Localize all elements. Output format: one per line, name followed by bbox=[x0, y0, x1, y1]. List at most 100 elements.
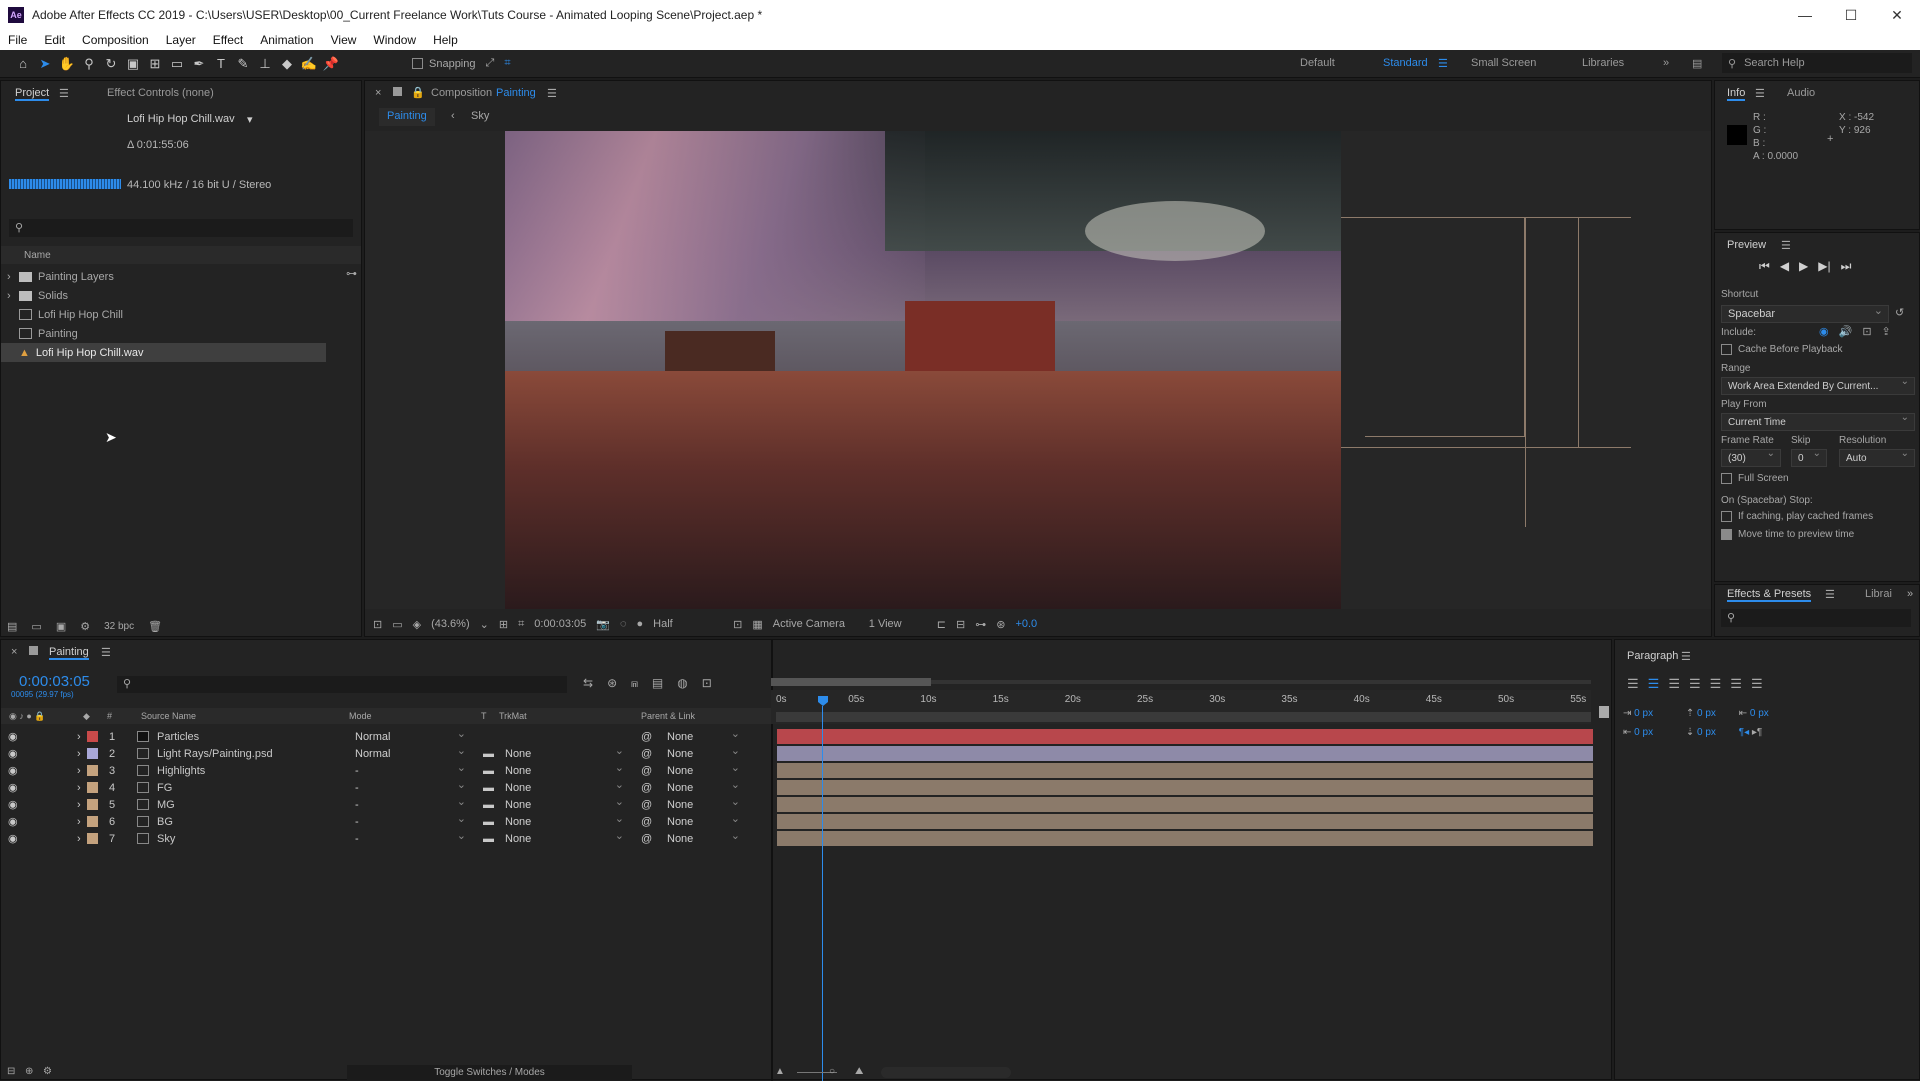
layer-parent-dropdown[interactable]: None bbox=[661, 795, 745, 812]
timeline-scrollbar[interactable] bbox=[881, 1067, 1011, 1078]
workspace-small-screen[interactable]: Small Screen bbox=[1471, 57, 1536, 69]
layer-mode-dropdown[interactable]: - bbox=[349, 778, 471, 795]
brush-tool-icon[interactable]: ✎ bbox=[232, 53, 254, 75]
resolution-dropdown[interactable]: Half bbox=[653, 618, 723, 630]
layer-name[interactable]: Particles bbox=[157, 731, 199, 743]
layer-duration-bar[interactable] bbox=[777, 814, 1593, 829]
range-dropdown[interactable]: Work Area Extended By Current... bbox=[1721, 376, 1915, 395]
video-visibility-icon[interactable]: ◉ bbox=[8, 764, 18, 777]
in-out-stretch-icon[interactable]: ⚙ bbox=[43, 1066, 52, 1077]
layer-duration-bar[interactable] bbox=[777, 763, 1593, 778]
reset-exposure-icon[interactable]: ⊛ bbox=[996, 618, 1005, 631]
show-snapshot-icon[interactable]: ◌ bbox=[620, 618, 627, 630]
layer-duration-bar[interactable] bbox=[777, 831, 1593, 846]
first-line-value[interactable]: 0 px bbox=[1750, 708, 1769, 719]
menu-window[interactable]: Window bbox=[373, 33, 416, 47]
fast-previews-icon[interactable]: ⊏ bbox=[937, 618, 946, 631]
label-color-swatch[interactable] bbox=[87, 782, 98, 793]
workspace-panel-icon[interactable]: ▤ bbox=[1692, 57, 1702, 70]
layer-mode-dropdown[interactable]: - bbox=[349, 829, 471, 846]
preserve-transparency-icon[interactable]: ▬ bbox=[483, 816, 494, 828]
menu-composition[interactable]: Composition bbox=[82, 33, 149, 47]
composition-viewer[interactable] bbox=[365, 131, 1711, 609]
menu-help[interactable]: Help bbox=[433, 33, 458, 47]
selected-file-name[interactable]: Lofi Hip Hop Chill.wav bbox=[127, 113, 235, 125]
more-panels-icon[interactable]: » bbox=[1907, 588, 1913, 600]
full-screen-option[interactable]: Full Screen bbox=[1721, 473, 1789, 484]
close-tab-icon[interactable]: × bbox=[11, 646, 17, 658]
zoom-in-icon[interactable]: ⛰ bbox=[855, 1066, 863, 1077]
justify-last-center-icon[interactable]: ☰ bbox=[1710, 676, 1722, 692]
tab-effects-presets[interactable]: Effects & Presets bbox=[1727, 588, 1812, 602]
camera-dropdown[interactable]: Active Camera bbox=[773, 618, 859, 630]
comp-mini-flowchart-icon[interactable]: ⇆ bbox=[583, 676, 593, 691]
flow-sky[interactable]: Sky bbox=[471, 110, 489, 122]
layer-duration-bar[interactable] bbox=[777, 780, 1593, 795]
clone-stamp-tool-icon[interactable]: ⊥ bbox=[254, 53, 276, 75]
menu-file[interactable]: File bbox=[8, 33, 27, 47]
play-icon[interactable]: ▶ bbox=[1799, 259, 1808, 274]
cache-before-playback[interactable]: Cache Before Playback bbox=[1721, 344, 1843, 355]
space-before-value[interactable]: 0 px bbox=[1697, 708, 1716, 719]
last-frame-icon[interactable]: ⏭ bbox=[1841, 259, 1852, 274]
effects-menu-icon[interactable]: ☰ bbox=[1825, 588, 1835, 601]
timeline-search-input[interactable]: ⚲ bbox=[117, 676, 567, 693]
layer-parent-dropdown[interactable]: None bbox=[661, 744, 745, 761]
first-frame-icon[interactable]: ⏮ bbox=[1759, 259, 1770, 274]
eraser-tool-icon[interactable]: ◆ bbox=[276, 53, 298, 75]
menu-effect[interactable]: Effect bbox=[213, 33, 243, 47]
expand-arrow-icon[interactable]: › bbox=[77, 782, 81, 794]
project-item-lofi-wav[interactable]: ▲ Lofi Hip Hop Chill.wav bbox=[1, 343, 326, 362]
expand-arrow-icon[interactable]: › bbox=[77, 731, 81, 743]
workspace-default[interactable]: Default bbox=[1300, 57, 1335, 69]
layer-name[interactable]: BG bbox=[157, 816, 173, 828]
layer-trkmat-dropdown[interactable]: None bbox=[499, 829, 629, 846]
skip-dropdown[interactable]: 0 bbox=[1791, 448, 1827, 467]
resolution-grid-icon[interactable]: ⊞ bbox=[499, 618, 508, 631]
layer-row[interactable]: ◉ › 4 FG -▬ None @ None bbox=[1, 778, 771, 796]
graph-editor-icon[interactable]: ⊡ bbox=[702, 676, 712, 691]
play-from-dropdown[interactable]: Current Time bbox=[1721, 412, 1915, 431]
paragraph-menu-icon[interactable]: ☰ bbox=[1681, 650, 1691, 663]
tab-info[interactable]: Info bbox=[1727, 87, 1746, 101]
full-screen-checkbox[interactable] bbox=[1721, 473, 1732, 484]
tab-timeline-painting[interactable]: Painting bbox=[49, 646, 89, 660]
col-trkmat[interactable]: TrkMat bbox=[499, 711, 527, 721]
layer-row[interactable]: ◉ › 7 Sky -▬ None @ None bbox=[1, 829, 771, 847]
include-audio-icon[interactable]: 🔊 bbox=[1839, 325, 1853, 338]
video-visibility-icon[interactable]: ◉ bbox=[8, 798, 18, 811]
indent-right-value[interactable]: 0 px bbox=[1634, 727, 1653, 738]
trash-icon[interactable]: 🗑 bbox=[148, 620, 162, 633]
color-channels-icon[interactable]: ● bbox=[637, 618, 644, 630]
video-visibility-icon[interactable]: ◉ bbox=[8, 730, 18, 743]
pick-whip-icon[interactable]: @ bbox=[641, 782, 652, 794]
transfer-controls-icon[interactable]: ⊕ bbox=[25, 1066, 33, 1077]
previous-frame-icon[interactable]: ◀ bbox=[1780, 259, 1789, 274]
puppet-pin-tool-icon[interactable]: 📌 bbox=[320, 53, 342, 75]
expand-arrow-icon[interactable]: › bbox=[77, 799, 81, 811]
align-right-icon[interactable]: ☰ bbox=[1668, 676, 1680, 692]
project-item-solids[interactable]: › Solids bbox=[1, 286, 345, 305]
preserve-transparency-icon[interactable]: ▬ bbox=[483, 799, 494, 811]
zoom-chevron-icon[interactable]: ⌄ bbox=[480, 618, 489, 631]
label-color-swatch[interactable] bbox=[87, 731, 98, 742]
layer-mode-dropdown[interactable]: - bbox=[349, 761, 471, 778]
label-color-swatch[interactable] bbox=[87, 833, 98, 844]
layer-duration-bar[interactable] bbox=[777, 729, 1593, 744]
expand-arrow-icon[interactable]: › bbox=[77, 748, 81, 760]
snapshot-icon[interactable]: 📷 bbox=[596, 618, 610, 631]
layer-row[interactable]: ◉ › 3 Highlights -▬ None @ None bbox=[1, 761, 771, 779]
more-workspaces-icon[interactable]: » bbox=[1663, 57, 1669, 69]
label-color-swatch[interactable] bbox=[87, 765, 98, 776]
layer-name[interactable]: Sky bbox=[157, 833, 175, 845]
expand-arrow-icon[interactable]: › bbox=[77, 833, 81, 845]
project-item-lofi-comp[interactable]: Lofi Hip Hop Chill bbox=[1, 305, 345, 324]
navigator-handle[interactable] bbox=[771, 678, 931, 686]
timeline-menu-icon[interactable]: ☰ bbox=[101, 646, 111, 659]
zoom-out-icon[interactable]: ▲ bbox=[775, 1066, 785, 1077]
preserve-transparency-icon[interactable]: ▬ bbox=[483, 782, 494, 794]
interpret-footage-icon[interactable]: ▤ bbox=[7, 620, 17, 633]
info-menu-icon[interactable]: ☰ bbox=[1755, 87, 1765, 100]
justify-all-icon[interactable]: ☰ bbox=[1751, 676, 1763, 692]
preserve-transparency-icon[interactable]: ▬ bbox=[483, 748, 494, 760]
